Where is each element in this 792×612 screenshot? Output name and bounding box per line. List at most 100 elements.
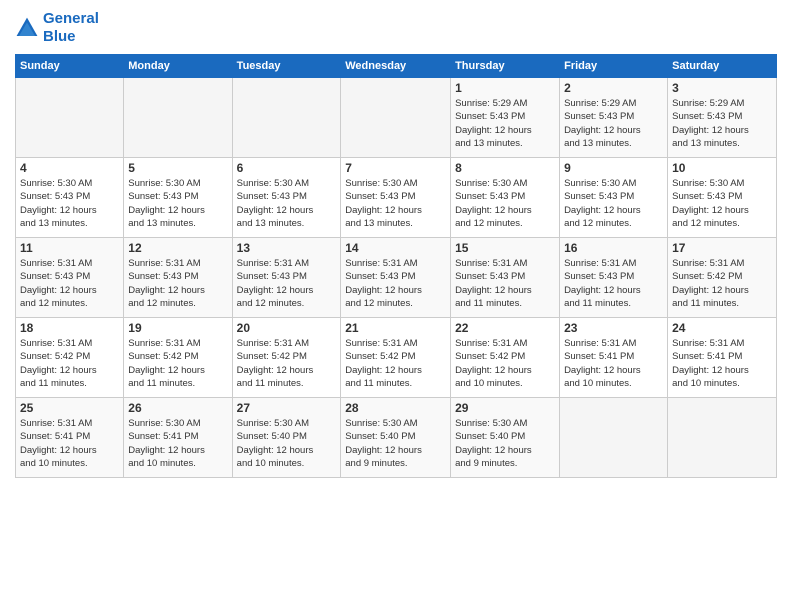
calendar-cell: 15 Sunrise: 5:31 AMSunset: 5:43 PMDayligh…: [451, 238, 560, 318]
calendar-cell: [560, 398, 668, 478]
page-container: General Blue SundayMondayTuesdayWednesda…: [0, 0, 792, 488]
calendar-cell: 21Sunrise: 5:31 AMSunset: 5:42 PMDayligh…: [341, 318, 451, 398]
calendar-table: SundayMondayTuesdayWednesdayThursdayFrid…: [15, 54, 777, 478]
calendar-cell: 29Sunrise: 5:30 AMSunset: 5:40 PMDayligh…: [451, 398, 560, 478]
day-info: Sunrise: 5:29 AMSunset: 5:43 PMDaylight:…: [564, 97, 663, 150]
calendar-header-monday: Monday: [124, 55, 232, 78]
day-info: Sunrise: 5:31 AMSunset: 5:41 PMDaylight:…: [672, 337, 772, 390]
calendar-cell: [668, 398, 777, 478]
day-info: Sunrise: 5:30 AMSunset: 5:43 PMDaylight:…: [237, 177, 337, 230]
day-info: Sunrise: 5:31 AMSunset: 5:43 PMDaylight:…: [455, 257, 555, 310]
calendar-cell: 14 Sunrise: 5:31 AMSunset: 5:43 PMDayligh…: [341, 238, 451, 318]
calendar-cell: 9 Sunrise: 5:30 AMSunset: 5:43 PMDaylight…: [560, 158, 668, 238]
day-info: Sunrise: 5:31 AMSunset: 5:41 PMDaylight:…: [20, 417, 119, 470]
day-info: Sunrise: 5:30 AMSunset: 5:40 PMDaylight:…: [237, 417, 337, 470]
calendar-week-3: 11 Sunrise: 5:31 AMSunset: 5:43 PMDayligh…: [16, 238, 777, 318]
day-info: Sunrise: 5:31 AMSunset: 5:43 PMDaylight:…: [345, 257, 446, 310]
day-number: 25: [20, 401, 119, 415]
day-number: 18: [20, 321, 119, 335]
calendar-cell: 16Sunrise: 5:31 AMSunset: 5:43 PMDayligh…: [560, 238, 668, 318]
calendar-cell: [16, 78, 124, 158]
calendar-cell: 13 Sunrise: 5:31 AMSunset: 5:43 PMDayligh…: [232, 238, 341, 318]
calendar-cell: 23Sunrise: 5:31 AMSunset: 5:41 PMDayligh…: [560, 318, 668, 398]
calendar-cell: 1 Sunrise: 5:29 AMSunset: 5:43 PMDaylight…: [451, 78, 560, 158]
calendar-cell: [124, 78, 232, 158]
day-info: Sunrise: 5:30 AMSunset: 5:43 PMDaylight:…: [128, 177, 227, 230]
calendar-cell: 22Sunrise: 5:31 AMSunset: 5:42 PMDayligh…: [451, 318, 560, 398]
day-number: 17: [672, 241, 772, 255]
day-info: Sunrise: 5:30 AMSunset: 5:43 PMDaylight:…: [20, 177, 119, 230]
day-number: 28: [345, 401, 446, 415]
calendar-cell: 26 Sunrise: 5:30 AMSunset: 5:41 PMDayligh…: [124, 398, 232, 478]
day-number: 15: [455, 241, 555, 255]
day-number: 8: [455, 161, 555, 175]
header: General Blue: [15, 10, 777, 46]
logo: General Blue: [15, 10, 99, 46]
day-info: Sunrise: 5:30 AMSunset: 5:41 PMDaylight:…: [128, 417, 227, 470]
calendar-cell: 17 Sunrise: 5:31 AMSunset: 5:42 PMDayligh…: [668, 238, 777, 318]
day-number: 10: [672, 161, 772, 175]
day-info: Sunrise: 5:30 AMSunset: 5:43 PMDaylight:…: [672, 177, 772, 230]
calendar-week-1: 1 Sunrise: 5:29 AMSunset: 5:43 PMDaylight…: [16, 78, 777, 158]
calendar-cell: 28 Sunrise: 5:30 AMSunset: 5:40 PMDayligh…: [341, 398, 451, 478]
calendar-cell: 5Sunrise: 5:30 AMSunset: 5:43 PMDaylight…: [124, 158, 232, 238]
day-number: 19: [128, 321, 227, 335]
day-number: 20: [237, 321, 337, 335]
day-number: 24: [672, 321, 772, 335]
day-info: Sunrise: 5:29 AMSunset: 5:43 PMDaylight:…: [455, 97, 555, 150]
calendar-cell: 27 Sunrise: 5:30 AMSunset: 5:40 PMDayligh…: [232, 398, 341, 478]
calendar-header-thursday: Thursday: [451, 55, 560, 78]
day-number: 2: [564, 81, 663, 95]
calendar-cell: 25 Sunrise: 5:31 AMSunset: 5:41 PMDayligh…: [16, 398, 124, 478]
calendar-cell: 12 Sunrise: 5:31 AMSunset: 5:43 PMDayligh…: [124, 238, 232, 318]
day-number: 13: [237, 241, 337, 255]
day-number: 29: [455, 401, 555, 415]
calendar-cell: [232, 78, 341, 158]
calendar-cell: 6 Sunrise: 5:30 AMSunset: 5:43 PMDaylight…: [232, 158, 341, 238]
calendar-header-saturday: Saturday: [668, 55, 777, 78]
day-number: 21: [345, 321, 446, 335]
day-number: 16: [564, 241, 663, 255]
day-info: Sunrise: 5:31 AMSunset: 5:42 PMDaylight:…: [672, 257, 772, 310]
calendar-cell: [341, 78, 451, 158]
day-number: 12: [128, 241, 227, 255]
logo-icon: [15, 16, 39, 40]
calendar-cell: 7Sunrise: 5:30 AMSunset: 5:43 PMDaylight…: [341, 158, 451, 238]
day-info: Sunrise: 5:31 AMSunset: 5:42 PMDaylight:…: [20, 337, 119, 390]
calendar-header-sunday: Sunday: [16, 55, 124, 78]
calendar-cell: 10 Sunrise: 5:30 AMSunset: 5:43 PMDayligh…: [668, 158, 777, 238]
day-info: Sunrise: 5:30 AMSunset: 5:43 PMDaylight:…: [455, 177, 555, 230]
day-info: Sunrise: 5:30 AMSunset: 5:43 PMDaylight:…: [345, 177, 446, 230]
day-info: Sunrise: 5:30 AMSunset: 5:40 PMDaylight:…: [345, 417, 446, 470]
day-number: 9: [564, 161, 663, 175]
day-info: Sunrise: 5:31 AMSunset: 5:42 PMDaylight:…: [237, 337, 337, 390]
day-info: Sunrise: 5:29 AMSunset: 5:43 PMDaylight:…: [672, 97, 772, 150]
day-info: Sunrise: 5:31 AMSunset: 5:41 PMDaylight:…: [564, 337, 663, 390]
calendar-cell: 8 Sunrise: 5:30 AMSunset: 5:43 PMDaylight…: [451, 158, 560, 238]
calendar-cell: 11 Sunrise: 5:31 AMSunset: 5:43 PMDayligh…: [16, 238, 124, 318]
day-number: 6: [237, 161, 337, 175]
calendar-header-wednesday: Wednesday: [341, 55, 451, 78]
day-number: 14: [345, 241, 446, 255]
calendar-header-friday: Friday: [560, 55, 668, 78]
day-info: Sunrise: 5:31 AMSunset: 5:43 PMDaylight:…: [20, 257, 119, 310]
day-number: 4: [20, 161, 119, 175]
calendar-cell: 24 Sunrise: 5:31 AMSunset: 5:41 PMDayligh…: [668, 318, 777, 398]
calendar-cell: 18 Sunrise: 5:31 AMSunset: 5:42 PMDayligh…: [16, 318, 124, 398]
day-info: Sunrise: 5:31 AMSunset: 5:42 PMDaylight:…: [455, 337, 555, 390]
calendar-week-5: 25 Sunrise: 5:31 AMSunset: 5:41 PMDayligh…: [16, 398, 777, 478]
day-number: 3: [672, 81, 772, 95]
calendar-week-2: 4 Sunrise: 5:30 AMSunset: 5:43 PMDaylight…: [16, 158, 777, 238]
day-info: Sunrise: 5:31 AMSunset: 5:43 PMDaylight:…: [128, 257, 227, 310]
day-number: 11: [20, 241, 119, 255]
logo-text: General Blue: [43, 10, 99, 46]
calendar-cell: 4 Sunrise: 5:30 AMSunset: 5:43 PMDaylight…: [16, 158, 124, 238]
calendar-cell: 2 Sunrise: 5:29 AMSunset: 5:43 PMDaylight…: [560, 78, 668, 158]
calendar-header-row: SundayMondayTuesdayWednesdayThursdayFrid…: [16, 55, 777, 78]
day-number: 27: [237, 401, 337, 415]
day-info: Sunrise: 5:30 AMSunset: 5:43 PMDaylight:…: [564, 177, 663, 230]
day-number: 26: [128, 401, 227, 415]
day-info: Sunrise: 5:31 AMSunset: 5:43 PMDaylight:…: [237, 257, 337, 310]
calendar-header-tuesday: Tuesday: [232, 55, 341, 78]
day-number: 1: [455, 81, 555, 95]
